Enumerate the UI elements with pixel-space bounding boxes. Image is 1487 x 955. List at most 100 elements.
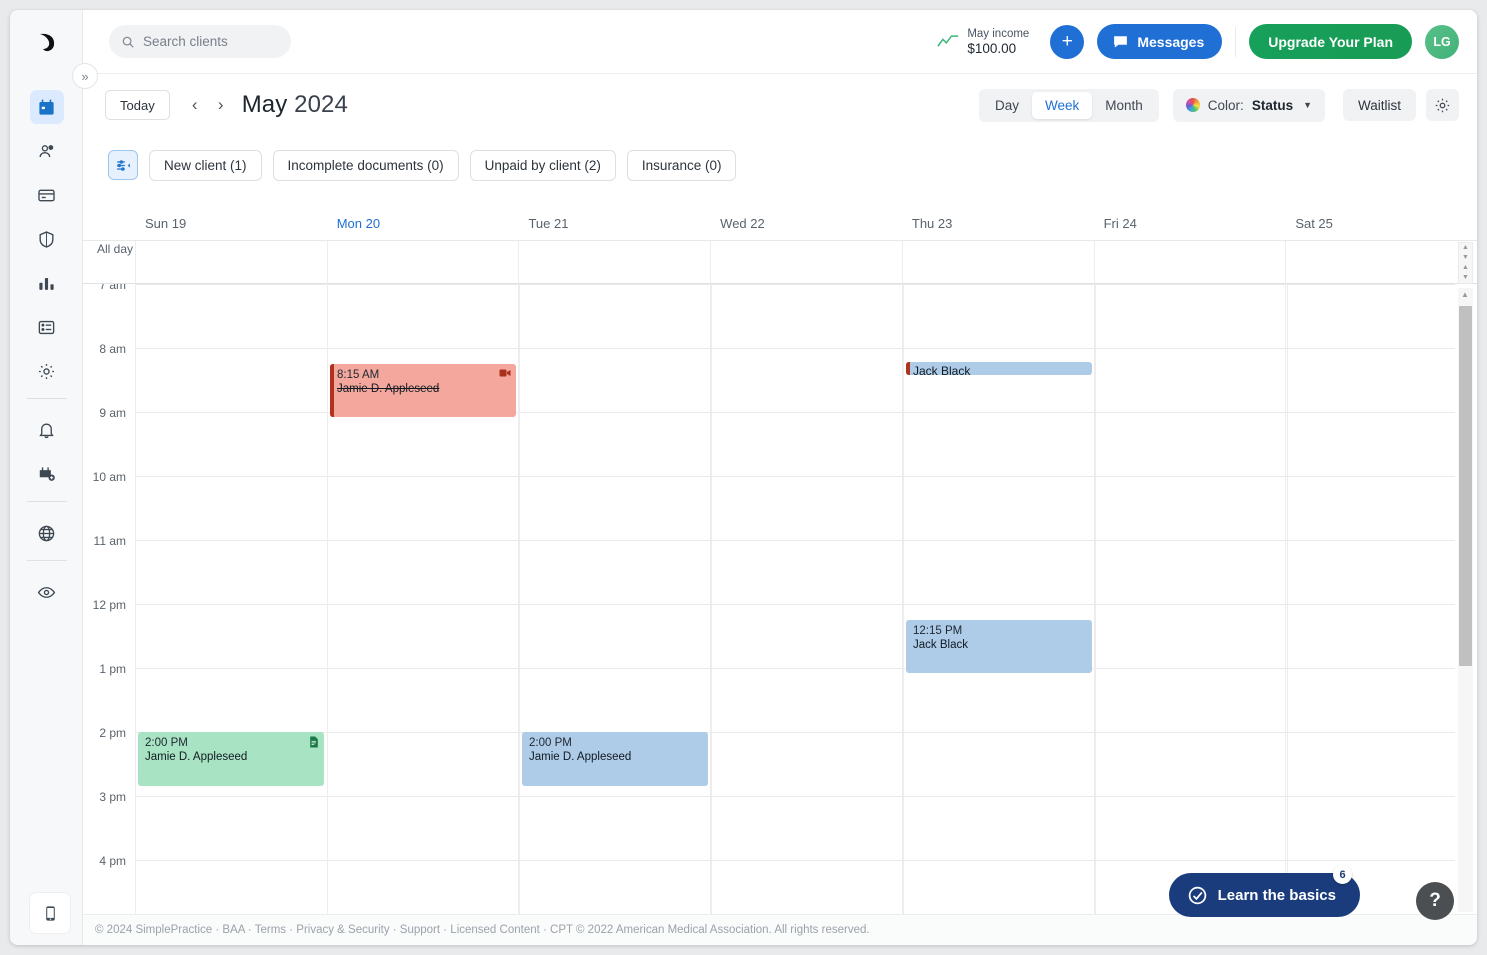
- day-column-sun[interactable]: 2:00 PMJamie D. Appleseed: [135, 284, 327, 914]
- search-icon: [121, 35, 135, 49]
- scroll-up-icon: ▲: [1461, 290, 1469, 299]
- calendar-event[interactable]: 2:00 PMJamie D. Appleseed: [138, 732, 324, 786]
- calendar-event[interactable]: 12:15 PMJack Black: [906, 620, 1092, 673]
- filter-chip-insurance[interactable]: Insurance (0): [627, 150, 737, 181]
- search-input[interactable]: Search clients: [109, 25, 291, 58]
- time-axis: 7 am8 am9 am10 am11 am12 pm1 pm2 pm3 pm4…: [83, 284, 135, 914]
- mobile-app-button[interactable]: [30, 893, 70, 933]
- credit-card-icon: [37, 186, 56, 205]
- all-day-row[interactable]: [83, 240, 1477, 284]
- day-header-wed[interactable]: Wed 22: [710, 208, 902, 240]
- scroll-down-icon: ▼: [1462, 253, 1469, 263]
- calendar-scrollbar[interactable]: ▲: [1458, 288, 1473, 912]
- day-column-thu[interactable]: Jack Black12:15 PMJack Black: [903, 284, 1095, 914]
- people-icon: [37, 142, 56, 161]
- scroll-down-icon-2: ▼: [1462, 273, 1469, 283]
- current-month: May: [242, 91, 288, 118]
- chat-bubble-icon: [1112, 33, 1129, 50]
- toolbar-right-actions: Waitlist: [1343, 89, 1459, 121]
- footer-text[interactable]: © 2024 SimplePractice · BAA · Terms · Pr…: [95, 924, 870, 936]
- day-header-mon[interactable]: Mon 20: [327, 208, 519, 240]
- gear-icon: [1434, 97, 1451, 114]
- event-client-name: Jack Black: [913, 638, 1086, 652]
- sidebar-item-clients[interactable]: [30, 134, 64, 168]
- add-button[interactable]: +: [1050, 25, 1084, 59]
- avatar-initials: LG: [1433, 35, 1450, 49]
- day-column-fri[interactable]: [1095, 284, 1287, 914]
- upgrade-plan-button[interactable]: Upgrade Your Plan: [1249, 24, 1412, 59]
- day-header-sun[interactable]: Sun 19: [135, 208, 327, 240]
- income-summary[interactable]: May income $100.00: [937, 27, 1037, 57]
- day-column-tue[interactable]: 2:00 PMJamie D. Appleseed: [519, 284, 711, 914]
- gear-icon: [37, 362, 56, 381]
- next-period-button[interactable]: ›: [208, 90, 234, 120]
- chevron-left-icon: ‹: [192, 95, 198, 115]
- view-day[interactable]: Day: [982, 92, 1032, 119]
- view-month[interactable]: Month: [1092, 92, 1156, 119]
- mobile-phone-icon: [42, 905, 59, 922]
- collapse-sidebar-button[interactable]: »: [72, 63, 98, 89]
- day-column-wed[interactable]: [711, 284, 903, 914]
- rainbow-circle-icon: [1186, 98, 1200, 112]
- rail-divider-3: [27, 560, 67, 561]
- shield-icon: [37, 230, 56, 249]
- color-value: Status: [1252, 98, 1293, 113]
- filter-chip-unpaid-by-client[interactable]: Unpaid by client (2): [470, 150, 616, 181]
- sidebar-item-preview[interactable]: [30, 575, 64, 609]
- calendar-event[interactable]: 8:15 AMJamie D. Appleseed: [330, 364, 516, 417]
- avatar[interactable]: LG: [1425, 25, 1459, 59]
- sidebar-item-notes[interactable]: [30, 310, 64, 344]
- plus-icon: +: [1062, 31, 1073, 53]
- event-client-name: Jamie D. Appleseed: [337, 382, 510, 396]
- time-label: 4 pm: [99, 854, 126, 868]
- scrollbar-thumb[interactable]: [1459, 306, 1472, 666]
- day-header-sat[interactable]: Sat 25: [1285, 208, 1477, 240]
- today-button[interactable]: Today: [105, 90, 170, 120]
- scroll-up-icon: ▲: [1462, 243, 1469, 253]
- messages-button[interactable]: Messages: [1097, 24, 1222, 59]
- chip-label: Incomplete documents (0): [288, 158, 444, 173]
- header-divider: [1235, 27, 1236, 57]
- sidebar-item-billing[interactable]: [30, 178, 64, 212]
- filter-panel-toggle[interactable]: [108, 150, 138, 180]
- sidebar-item-calendar[interactable]: [30, 90, 64, 124]
- scroll-up-icon-2: ▲: [1462, 263, 1469, 273]
- question-mark-icon: ?: [1429, 890, 1441, 912]
- sidebar-item-insurance[interactable]: [30, 222, 64, 256]
- all-day-scrollbar[interactable]: ▲ ▼ ▲ ▼: [1458, 242, 1473, 284]
- time-label: 2 pm: [99, 726, 126, 740]
- sidebar-item-add-appointment[interactable]: [30, 457, 64, 491]
- color-dropdown[interactable]: Color: Status ▼: [1173, 89, 1325, 122]
- page-title: May 2024: [242, 91, 348, 119]
- day-header-thu[interactable]: Thu 23: [902, 208, 1094, 240]
- day-header-fri[interactable]: Fri 24: [1094, 208, 1286, 240]
- caret-down-icon: ▼: [1303, 100, 1312, 110]
- sidebar-item-client-portal[interactable]: [30, 516, 64, 550]
- sidebar-item-notifications[interactable]: [30, 413, 64, 447]
- filter-chip-new-client[interactable]: New client (1): [149, 150, 262, 181]
- calendar-settings-button[interactable]: [1426, 89, 1459, 121]
- event-time: 8:15 AM: [337, 368, 510, 382]
- current-year: 2024: [294, 91, 348, 118]
- day-header-tue[interactable]: Tue 21: [518, 208, 710, 240]
- sidebar-item-settings[interactable]: [30, 354, 64, 388]
- calendar-grid: Sun 19Mon 20Tue 21Wed 22Thu 23Fri 24Sat …: [83, 208, 1477, 914]
- trend-line-icon: [937, 34, 959, 50]
- sidebar-item-analytics[interactable]: [30, 266, 64, 300]
- event-client-name: Jack Black: [913, 364, 1086, 375]
- learn-the-basics-button[interactable]: Learn the basics 6: [1169, 873, 1360, 917]
- day-column-mon[interactable]: 8:15 AMJamie D. Appleseed: [327, 284, 519, 914]
- simplepractice-leaf-logo[interactable]: [33, 28, 61, 56]
- waitlist-button[interactable]: Waitlist: [1343, 89, 1416, 121]
- calendar-event[interactable]: Jack Black: [906, 362, 1092, 375]
- filter-chip-bar: New client (1) Incomplete documents (0) …: [83, 136, 1477, 194]
- learn-badge-count: 6: [1333, 865, 1352, 884]
- filter-chip-incomplete-documents[interactable]: Incomplete documents (0): [273, 150, 459, 181]
- prev-period-button[interactable]: ‹: [182, 90, 208, 120]
- view-week[interactable]: Week: [1032, 92, 1092, 119]
- top-header-bar: Search clients May income $100.00 +: [83, 10, 1477, 74]
- help-button[interactable]: ?: [1416, 882, 1454, 920]
- day-columns: 2:00 PMJamie D. Appleseed 8:15 AMJamie D.…: [135, 284, 1477, 914]
- calendar-event[interactable]: 2:00 PMJamie D. Appleseed: [522, 732, 708, 786]
- day-column-sat[interactable]: [1287, 284, 1477, 914]
